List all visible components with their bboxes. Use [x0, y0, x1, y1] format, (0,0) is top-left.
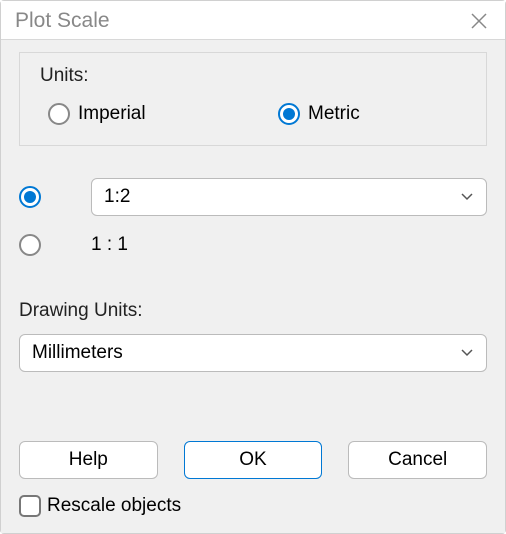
units-metric-radio[interactable]: Metric	[278, 103, 360, 125]
scale-custom-radio[interactable]	[19, 186, 91, 208]
cancel-button[interactable]: Cancel	[348, 441, 487, 479]
rescale-row: Rescale objects	[19, 495, 487, 517]
scale-fixed-radio[interactable]	[19, 234, 91, 256]
button-row: Help OK Cancel	[19, 441, 487, 479]
scale-custom-row: 1:2	[19, 178, 487, 216]
help-button-label: Help	[69, 449, 108, 471]
rescale-checkbox[interactable]	[19, 495, 41, 517]
units-imperial-label: Imperial	[78, 103, 146, 125]
chevron-down-icon	[460, 188, 474, 206]
chevron-down-icon	[460, 344, 474, 362]
ok-button-label: OK	[239, 449, 266, 471]
units-group: Units: Imperial Metric	[19, 52, 487, 146]
drawing-units-value: Millimeters	[32, 342, 123, 364]
drawing-units-label: Drawing Units:	[19, 300, 487, 322]
help-button[interactable]: Help	[19, 441, 158, 479]
plot-scale-dialog: Plot Scale Units: Imperial Metric	[0, 0, 506, 534]
rescale-label: Rescale objects	[47, 495, 181, 517]
units-label: Units:	[40, 65, 474, 87]
scale-section: 1:2 1 : 1	[19, 178, 487, 274]
ok-button[interactable]: OK	[184, 441, 323, 479]
radio-icon	[19, 234, 41, 256]
cancel-button-label: Cancel	[388, 449, 447, 471]
radio-icon	[48, 103, 70, 125]
scale-fixed-label: 1 : 1	[91, 234, 487, 256]
dialog-title: Plot Scale	[15, 9, 110, 33]
drawing-units-section: Drawing Units: Millimeters	[19, 300, 487, 372]
titlebar: Plot Scale	[1, 1, 505, 39]
scale-dropdown-value: 1:2	[104, 186, 130, 208]
scale-fixed-row: 1 : 1	[19, 234, 487, 256]
units-imperial-radio[interactable]: Imperial	[48, 103, 268, 125]
radio-icon	[278, 103, 300, 125]
dialog-content: Units: Imperial Metric	[1, 39, 505, 533]
units-radio-row: Imperial Metric	[40, 103, 474, 125]
units-metric-label: Metric	[308, 103, 360, 125]
drawing-units-dropdown[interactable]: Millimeters	[19, 334, 487, 372]
close-icon	[470, 12, 488, 30]
radio-icon	[19, 186, 41, 208]
scale-dropdown[interactable]: 1:2	[91, 178, 487, 216]
close-button[interactable]	[467, 9, 491, 33]
